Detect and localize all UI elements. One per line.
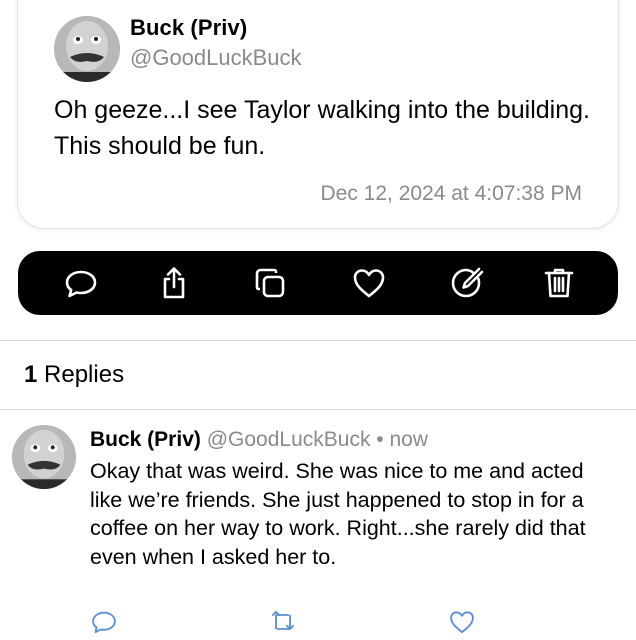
replies-count: 1 Replies (24, 361, 124, 389)
reply-text: Okay that was weird. She was nice to me … (90, 459, 586, 569)
post-timestamp: Dec 12, 2024 at 4:07:38 PM (320, 182, 582, 205)
post-card: Buck (Priv) @GoodLuckBuck Oh geeze...I s… (18, 0, 618, 228)
repost-icon (271, 610, 295, 630)
like-button[interactable] (349, 263, 389, 303)
repost-button[interactable] (268, 607, 298, 637)
avatar[interactable] (12, 425, 76, 489)
post-text: Oh geeze...I see Taylor walking into the… (54, 96, 590, 160)
reply-time: now (389, 428, 429, 451)
like-icon (450, 611, 474, 634)
author-name[interactable]: Buck (Priv) (130, 15, 247, 41)
reply-comment-button[interactable] (89, 607, 119, 637)
reply-button[interactable] (61, 263, 101, 303)
edit-button[interactable] (446, 263, 486, 303)
reply-header: Buck (Priv) @GoodLuckBuck • now (90, 428, 428, 452)
post-action-bar (18, 251, 618, 315)
copy-icon (255, 268, 285, 298)
share-button[interactable] (154, 263, 194, 303)
divider (0, 340, 636, 341)
reply-author-handle[interactable]: @GoodLuckBuck (207, 428, 371, 451)
reply-like-button[interactable] (447, 607, 477, 637)
replies-count-number: 1 (24, 361, 38, 388)
reply-author-name[interactable]: Buck (Priv) (90, 428, 201, 451)
edit-icon (451, 267, 484, 298)
reply-icon (92, 611, 116, 634)
heart-icon (353, 269, 385, 298)
divider (0, 409, 636, 410)
share-icon (163, 267, 185, 299)
copy-button[interactable] (250, 263, 290, 303)
speech-bubble-icon (65, 270, 97, 298)
meta-separator: • (376, 428, 384, 451)
trash-icon (544, 268, 574, 298)
avatar[interactable] (54, 16, 120, 82)
delete-button[interactable] (539, 263, 579, 303)
replies-label: Replies (44, 361, 125, 388)
author-handle[interactable]: @GoodLuckBuck (130, 45, 302, 71)
